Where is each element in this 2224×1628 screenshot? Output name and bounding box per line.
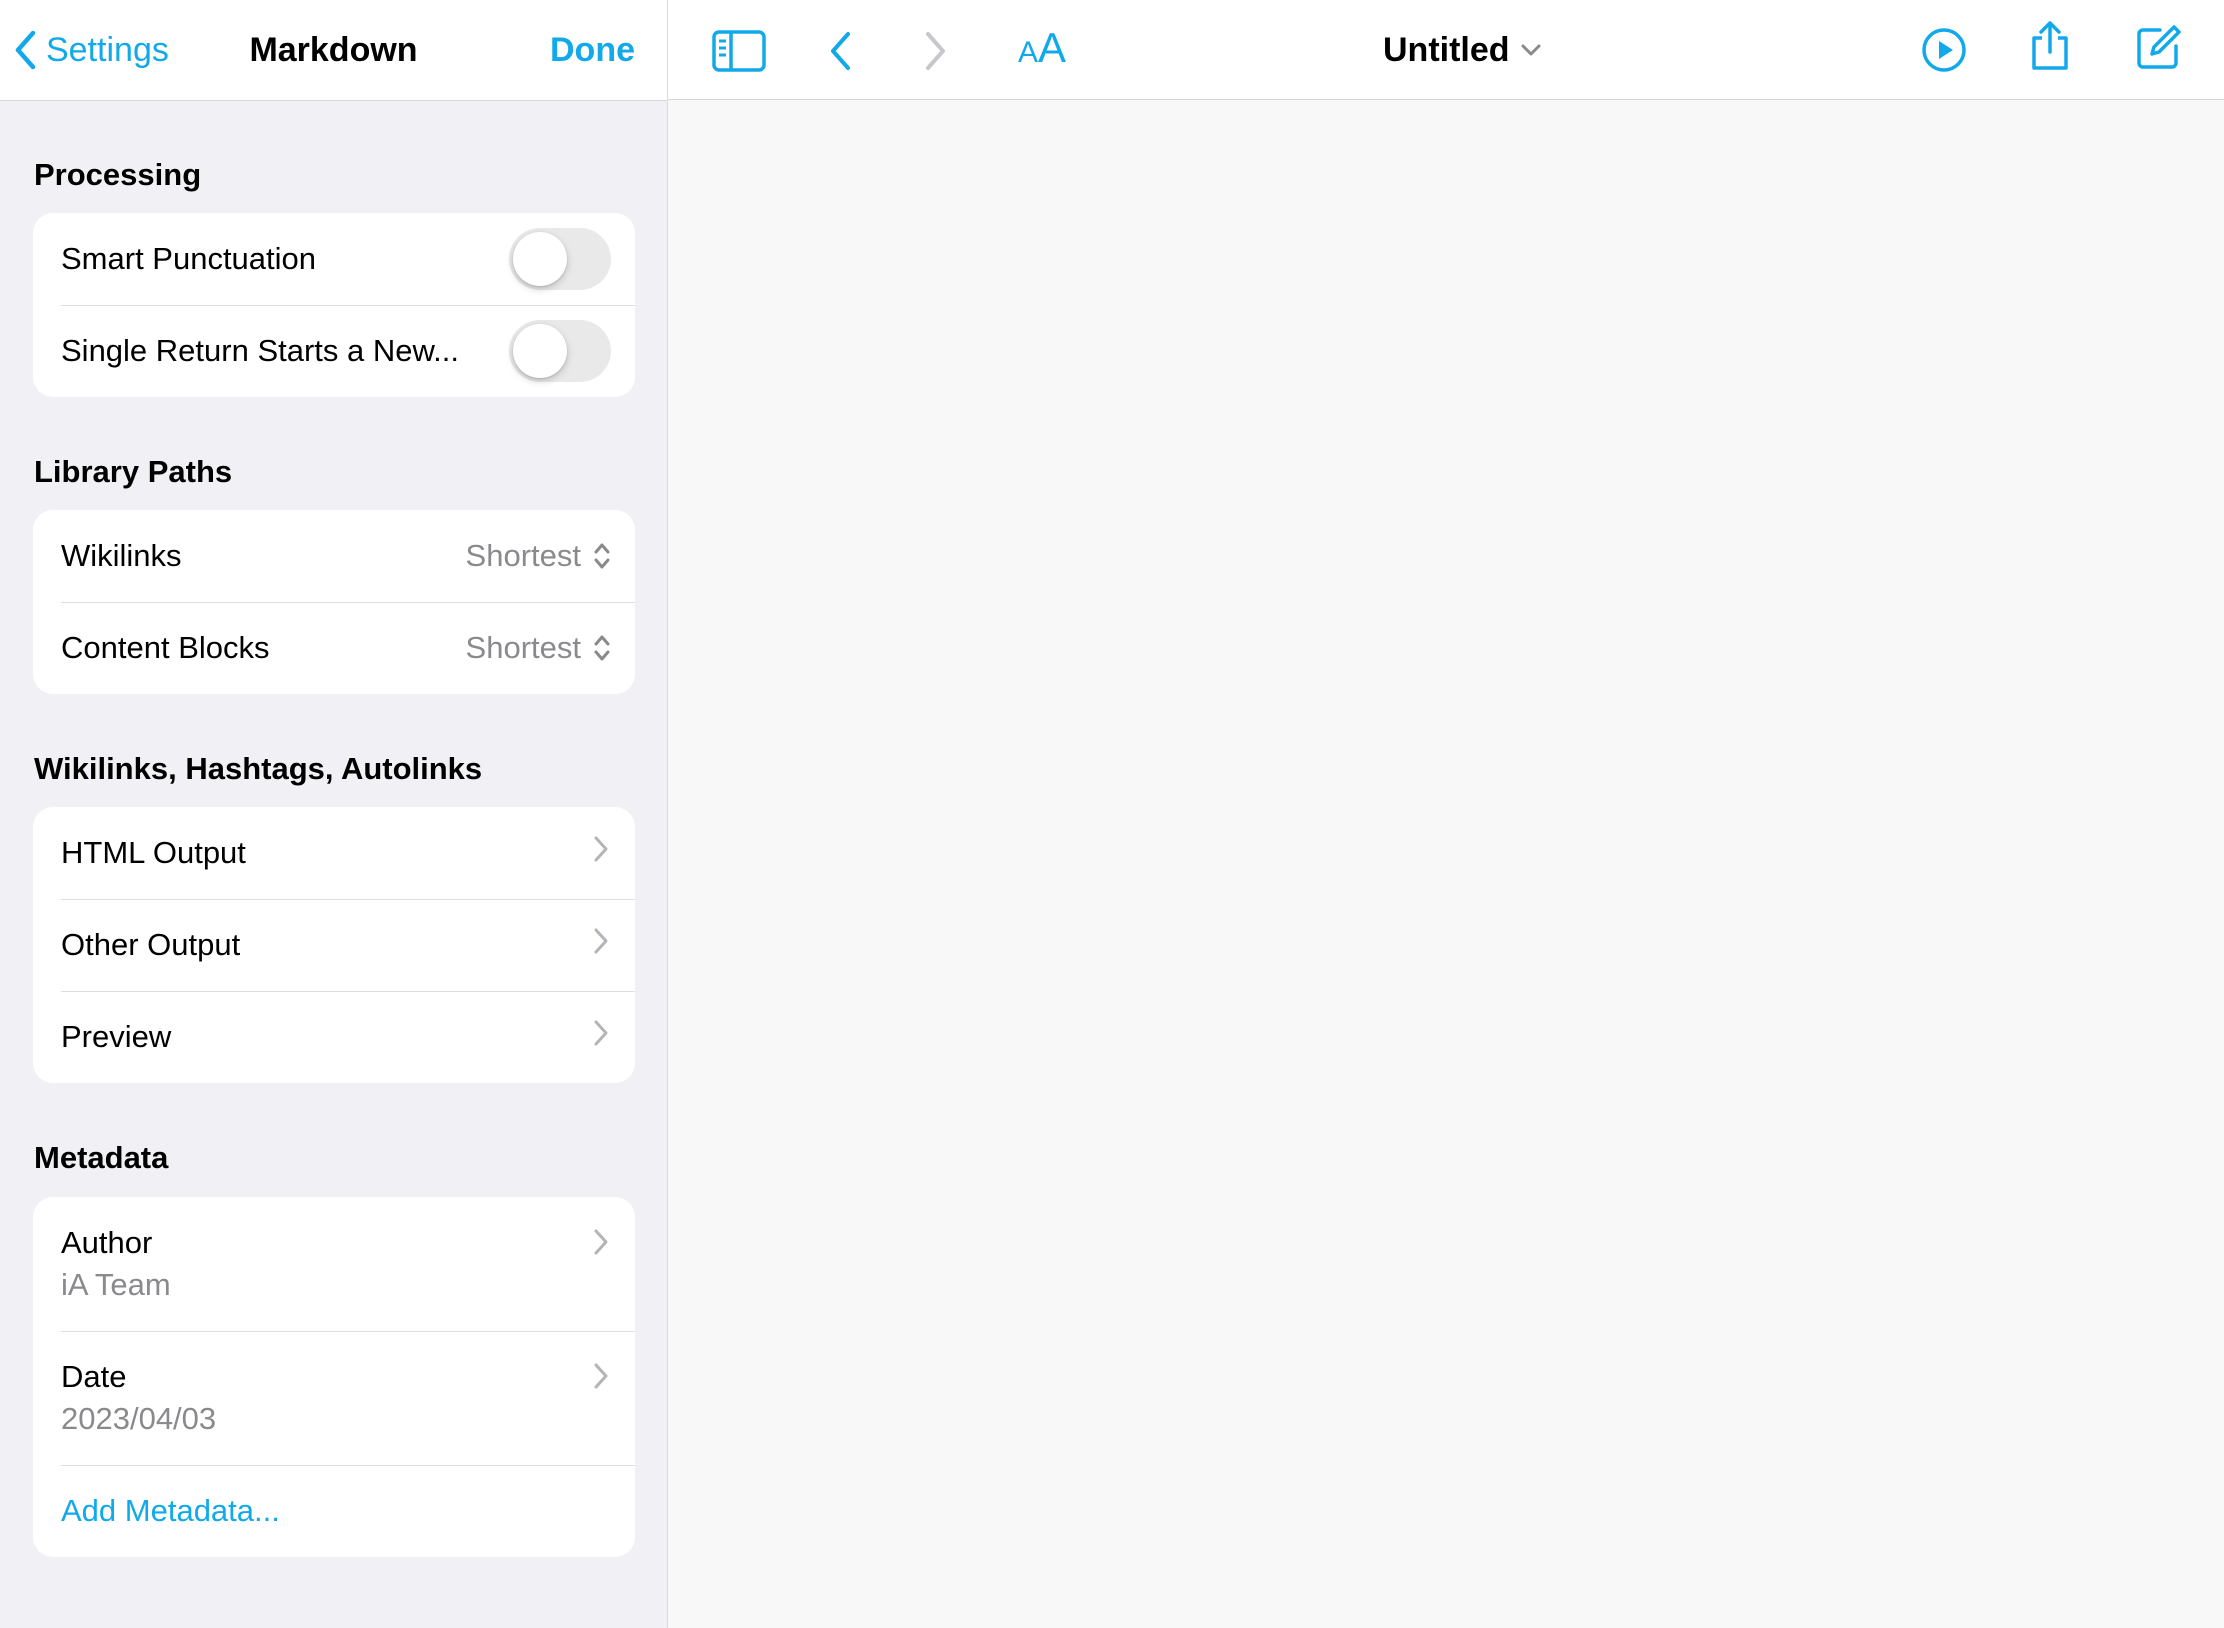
library-paths-group: Wikilinks Shortest Content Blocks Shorte… [33,510,635,694]
author-row[interactable]: Author iA Team [33,1197,635,1331]
up-down-chevron-icon [594,543,610,569]
smart-punctuation-row: Smart Punctuation [33,213,635,305]
back-arrow-icon [831,32,850,70]
preview-row[interactable]: Preview [33,991,635,1083]
date-label: Date [61,1359,127,1394]
document-title: Untitled [1383,31,1510,69]
chevron-right-icon [594,1020,608,1046]
content-blocks-path-row[interactable]: Content Blocks Shortest [33,602,635,694]
wikilinks-path-value: Shortest [465,538,581,573]
document-title-menu[interactable]: Untitled [1383,26,1542,74]
add-metadata-link[interactable]: Add Metadata... [61,1493,280,1529]
preview-label: Preview [61,1019,172,1054]
processing-group: Smart Punctuation Single Return Starts a… [33,213,635,397]
chevron-right-icon [594,836,608,862]
wikilinks-path-label: Wikilinks [61,538,182,573]
font-size-button[interactable]: AA [1018,24,1066,72]
new-document-button[interactable] [2134,24,2182,72]
preview-play-button[interactable] [1920,26,1968,74]
chevron-right-icon [594,928,608,954]
smart-punctuation-toggle[interactable] [509,228,611,290]
font-size-icon-large: A [1038,24,1067,71]
smart-punctuation-label: Smart Punctuation [61,241,317,276]
up-down-chevron-icon [594,635,610,661]
chevron-right-icon [594,1229,608,1255]
sidebar-toggle-button[interactable] [712,30,766,72]
share-button[interactable] [2028,20,2072,72]
single-return-label: Single Return Starts a New... [61,333,460,368]
settings-panel: Settings Markdown Done Processing Smart … [0,0,668,1628]
font-size-icon: A [1018,36,1039,69]
forward-arrow-icon [926,32,945,70]
section-header-library-paths: Library Paths [34,454,233,489]
author-label: Author [61,1225,153,1260]
date-row[interactable]: Date 2023/04/03 [33,1331,635,1465]
date-value: 2023/04/03 [61,1401,217,1436]
section-header-metadata: Metadata [34,1140,169,1175]
wikilinks-path-row[interactable]: Wikilinks Shortest [33,510,635,602]
html-output-label: HTML Output [61,835,246,870]
content-blocks-path-value: Shortest [465,630,581,665]
add-metadata-row[interactable]: Add Metadata... [33,1465,635,1557]
single-return-toggle[interactable] [509,320,611,382]
play-icon [1922,28,1966,72]
section-header-processing: Processing [34,157,202,192]
author-value: iA Team [61,1267,171,1302]
metadata-group: Author iA Team Date 2023/04/03 Add Metad… [33,1197,635,1557]
toggle-knob [513,324,567,378]
editor-toolbar: AA Untitled [668,0,2224,100]
navigate-back-button[interactable] [828,30,852,72]
chevron-down-icon [1521,44,1541,56]
single-return-row: Single Return Starts a New... [33,305,635,397]
done-button[interactable]: Done [550,28,635,72]
other-output-label: Other Output [61,927,241,962]
compose-icon [2137,25,2181,69]
toggle-knob [513,232,567,286]
chevron-right-icon [594,1363,608,1389]
links-group: HTML Output Other Output Preview [33,807,635,1083]
other-output-row[interactable]: Other Output [33,899,635,991]
content-blocks-path-label: Content Blocks [61,630,270,665]
editor-canvas[interactable] [668,100,2224,1628]
share-icon [2032,21,2068,70]
settings-nav-bar: Settings Markdown Done [0,0,667,101]
html-output-row[interactable]: HTML Output [33,807,635,899]
sidebar-icon [712,30,766,72]
navigate-forward-button[interactable] [924,30,948,72]
section-header-links: Wikilinks, Hashtags, Autolinks [34,751,483,786]
